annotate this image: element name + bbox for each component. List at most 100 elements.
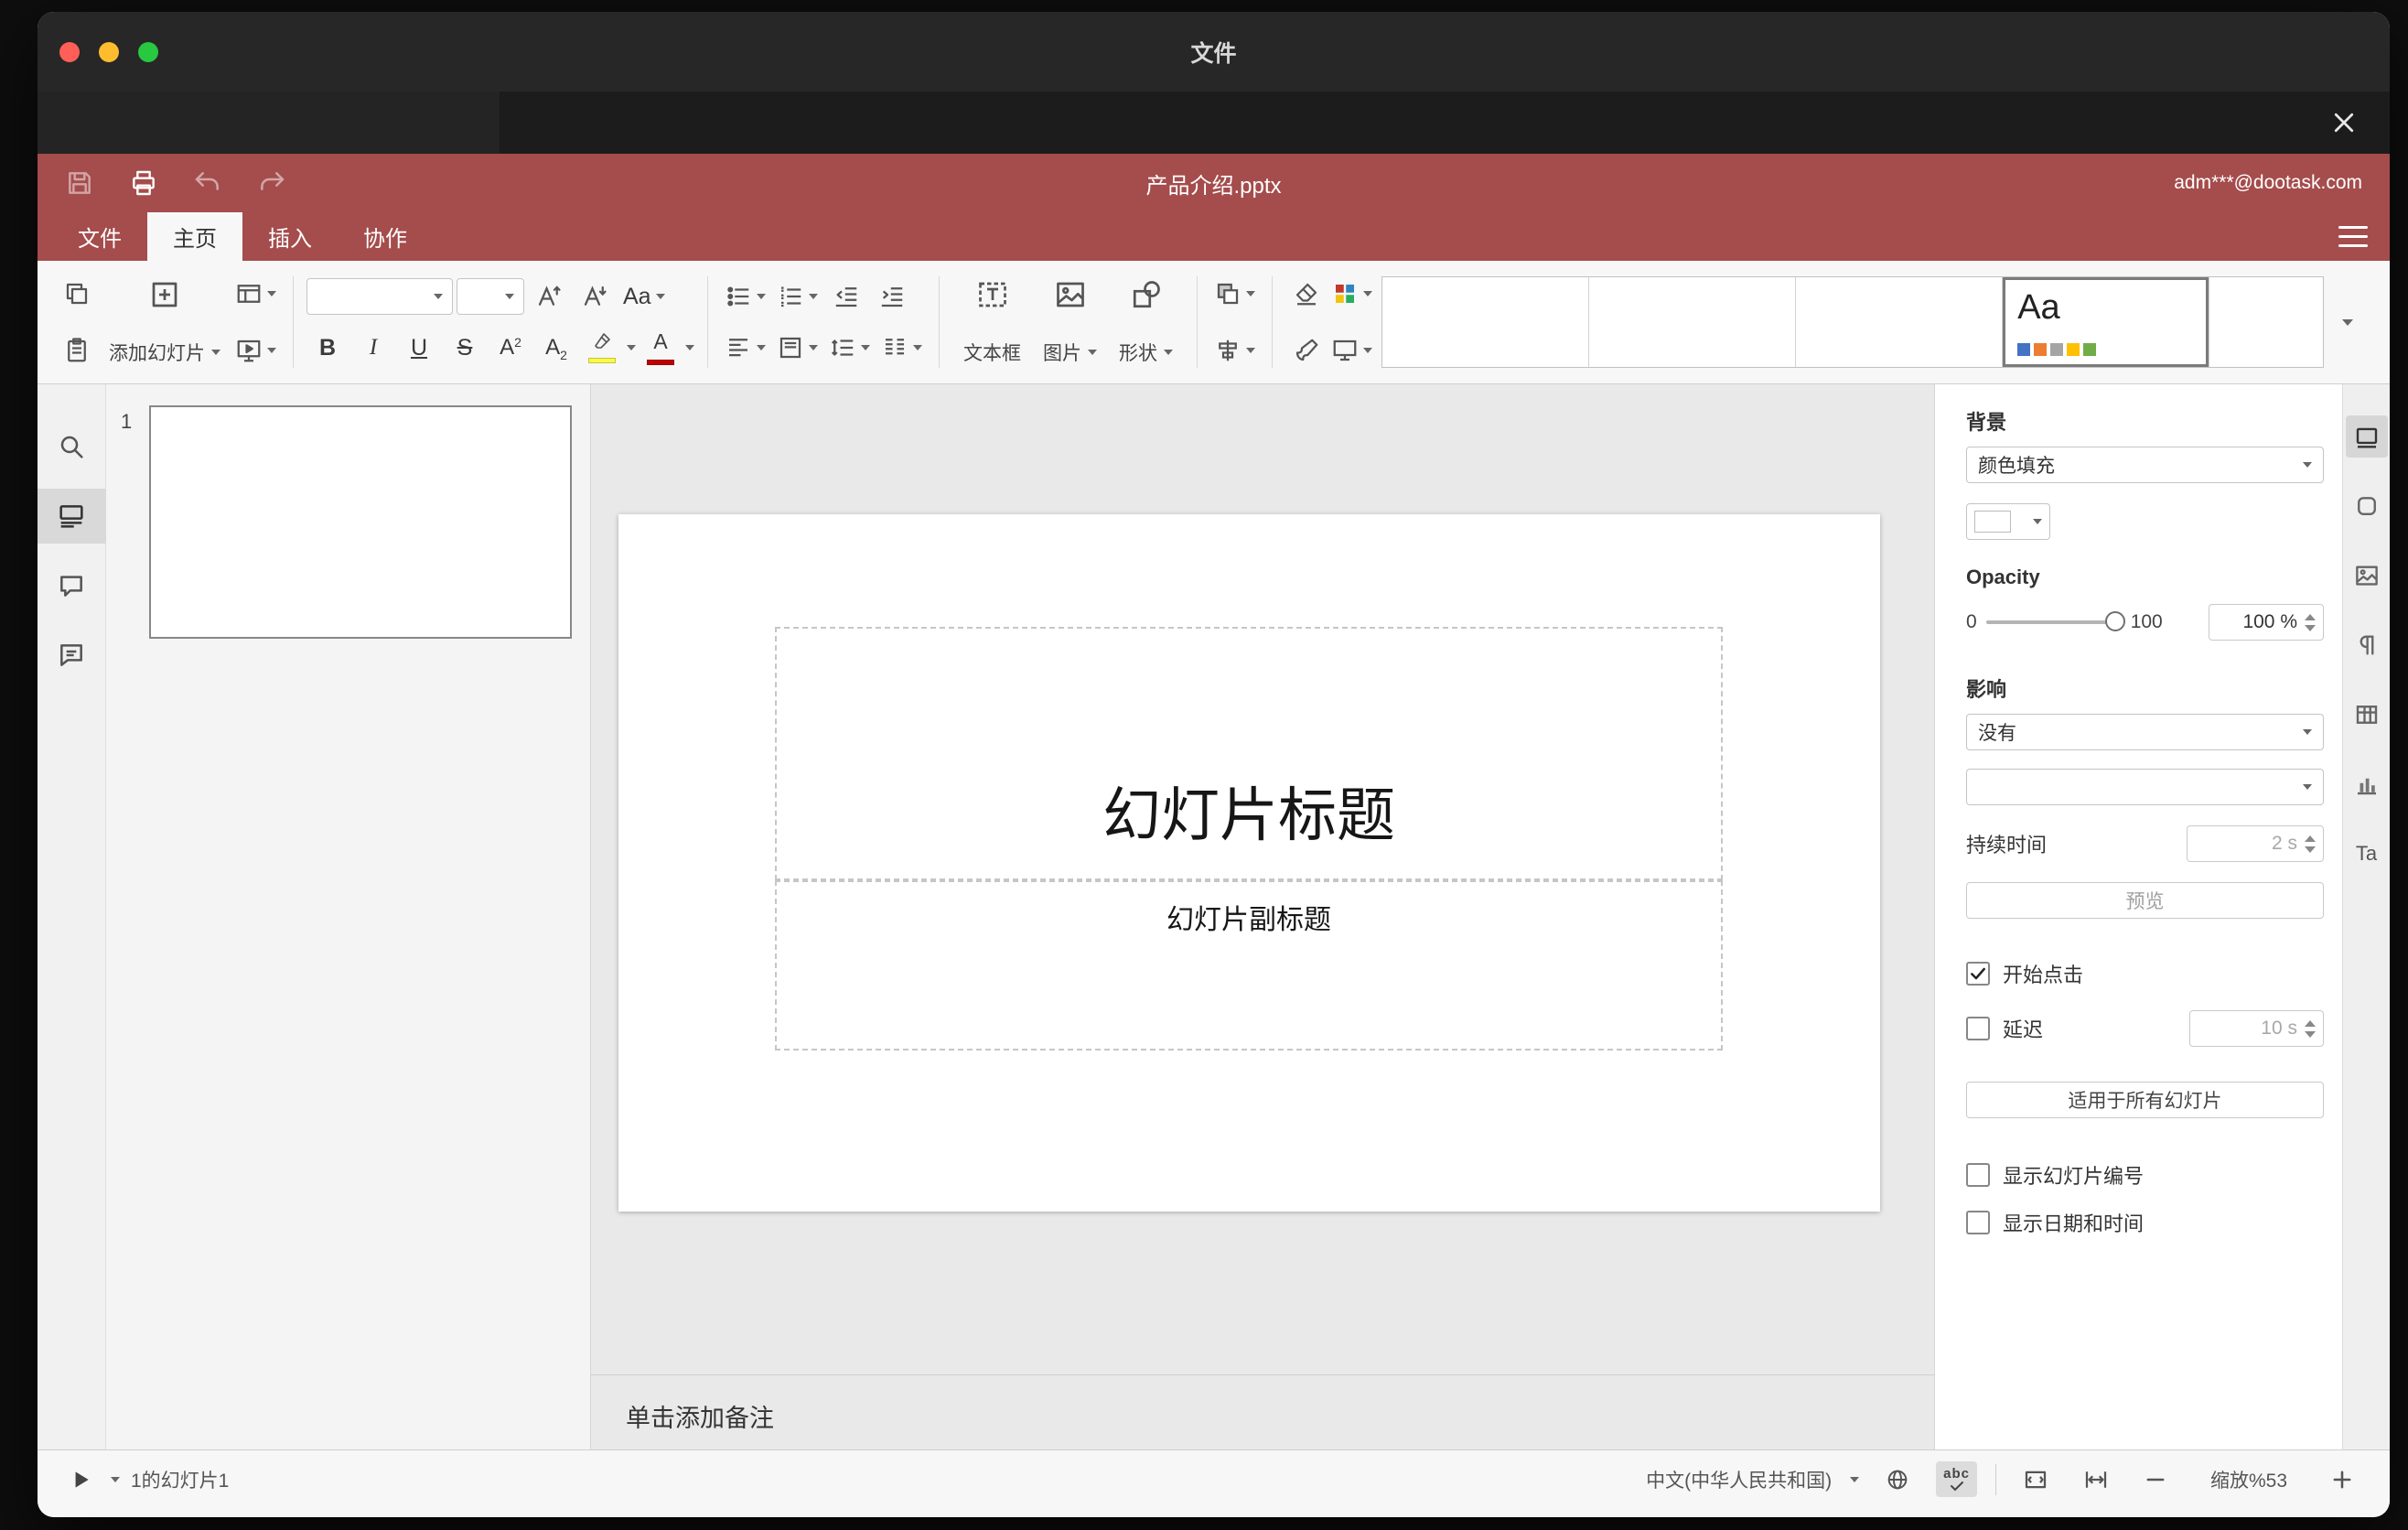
start-preview-icon[interactable]	[61, 1462, 100, 1497]
line-spacing-button[interactable]	[825, 327, 874, 369]
menu-icon[interactable]	[2331, 221, 2375, 253]
increase-indent-button[interactable]	[871, 275, 913, 318]
chevron-down-icon[interactable]	[1850, 1476, 1860, 1482]
spinner-arrows[interactable]	[2305, 1019, 2316, 1038]
chevron-down-icon[interactable]	[685, 345, 694, 350]
start-on-click-checkbox[interactable]: 开始点击	[1966, 959, 2324, 988]
theme-thumbnail-1[interactable]	[1382, 277, 1590, 367]
theme-thumbnail-3[interactable]	[1796, 277, 2004, 367]
copy-icon[interactable]	[56, 273, 98, 315]
slides-panel-icon[interactable]	[38, 489, 106, 544]
background-fill-select[interactable]: 颜色填充	[1966, 447, 2324, 483]
bullet-list-button[interactable]	[721, 275, 769, 318]
increase-font-size-button[interactable]	[528, 275, 570, 318]
fit-to-width-icon[interactable]	[2075, 1460, 2117, 1499]
table-settings-icon[interactable]	[2346, 694, 2388, 736]
theme-thumbnail-2[interactable]	[1589, 277, 1797, 367]
search-icon[interactable]	[38, 412, 106, 481]
vertical-align-button[interactable]	[773, 327, 822, 369]
slide-thumbnail-selected[interactable]	[149, 405, 572, 639]
shape-settings-icon[interactable]	[2346, 485, 2388, 527]
slide-page[interactable]: 幻灯片标题 幻灯片副标题	[618, 514, 1880, 1212]
spinner-arrows[interactable]	[2305, 835, 2316, 853]
color-scheme-button[interactable]	[1328, 273, 1376, 315]
opacity-slider[interactable]	[1985, 611, 2125, 631]
horizontal-align-button[interactable]	[721, 327, 769, 369]
highlight-color-button[interactable]	[581, 327, 623, 369]
align-shapes-button[interactable]	[1210, 329, 1259, 372]
add-slide-button[interactable]: 添加幻灯片	[98, 273, 231, 372]
language-selector[interactable]: 中文(中华人民共和国)	[1646, 1466, 1832, 1493]
effect-select[interactable]: 没有	[1966, 714, 2324, 750]
bold-button[interactable]: B	[306, 327, 349, 369]
clear-style-icon[interactable]	[1285, 273, 1328, 315]
tab-file[interactable]: 文件	[52, 212, 147, 261]
chart-settings-icon[interactable]	[2346, 763, 2388, 805]
chevron-down-icon[interactable]	[111, 1476, 120, 1482]
fit-to-slide-icon[interactable]	[2015, 1460, 2057, 1499]
theme-gallery-expand-button[interactable]	[2324, 276, 2371, 368]
theme-thumbnail-4-selected[interactable]: Aa	[2003, 277, 2210, 367]
fill-color-picker[interactable]	[1966, 503, 2050, 540]
spinner-arrows[interactable]	[2305, 613, 2316, 631]
undo-icon[interactable]	[193, 168, 222, 198]
effect-type-select[interactable]	[1966, 769, 2324, 805]
slide-settings-icon[interactable]	[2345, 415, 2388, 458]
tab-insert[interactable]: 插入	[242, 212, 338, 261]
chevron-down-icon[interactable]	[627, 345, 636, 350]
theme-thumbnail-5[interactable]	[2209, 277, 2324, 367]
close-icon[interactable]	[2326, 104, 2362, 141]
notes-placeholder[interactable]: 单击添加备注	[626, 1398, 774, 1434]
slider-knob[interactable]	[2104, 611, 2125, 631]
chat-feedback-icon[interactable]	[38, 620, 106, 690]
font-color-button[interactable]: A	[640, 327, 682, 369]
paragraph-settings-icon[interactable]	[2346, 624, 2388, 666]
decrease-indent-button[interactable]	[825, 275, 867, 318]
spell-check-icon[interactable]: abc	[1936, 1461, 1977, 1497]
font-size-combo[interactable]	[457, 278, 524, 315]
columns-button[interactable]	[877, 327, 926, 369]
notes-divider[interactable]	[591, 1374, 1934, 1375]
delay-spinner[interactable]: 10 s	[2189, 1010, 2324, 1047]
superscript-button[interactable]: A2	[489, 327, 532, 369]
underline-button[interactable]: U	[398, 327, 440, 369]
show-slide-number-checkbox[interactable]: 显示幻灯片编号	[1966, 1160, 2324, 1190]
zoom-out-icon[interactable]	[2135, 1461, 2176, 1498]
zoom-level[interactable]: 缩放%53	[2194, 1466, 2304, 1493]
show-date-time-checkbox[interactable]: 显示日期和时间	[1966, 1208, 2324, 1237]
delay-checkbox[interactable]: 延迟	[1966, 1014, 2043, 1043]
insert-text-box-button[interactable]: 文本框	[952, 273, 1032, 372]
theme-color-dots	[2017, 343, 2097, 356]
zoom-in-icon[interactable]	[2322, 1461, 2362, 1498]
copy-style-icon[interactable]	[1285, 329, 1328, 372]
paste-icon[interactable]	[56, 329, 98, 372]
subscript-button[interactable]: A2	[535, 327, 577, 369]
insert-image-button[interactable]: 图片	[1032, 273, 1108, 372]
apply-to-all-slides-button[interactable]: 适用于所有幻灯片	[1966, 1082, 2324, 1118]
duration-spinner[interactable]: 2 s	[2187, 825, 2324, 862]
opacity-value-spinner[interactable]: 100 %	[2209, 604, 2324, 641]
arrange-shapes-button[interactable]	[1210, 273, 1259, 315]
insert-shape-button[interactable]: 形状	[1108, 273, 1184, 372]
comments-icon[interactable]	[38, 551, 106, 620]
slide-size-button[interactable]	[1328, 329, 1376, 372]
italic-button[interactable]: I	[352, 327, 394, 369]
subtitle-placeholder[interactable]: 幻灯片副标题	[775, 880, 1723, 1051]
numbered-list-button[interactable]	[773, 275, 822, 318]
strikethrough-button[interactable]: S	[444, 327, 486, 369]
text-art-settings-icon[interactable]: Ta	[2346, 833, 2388, 875]
tab-collaboration[interactable]: 协作	[338, 212, 433, 261]
image-settings-icon[interactable]	[2346, 555, 2388, 597]
print-icon[interactable]	[129, 168, 158, 198]
title-placeholder[interactable]: 幻灯片标题	[775, 627, 1723, 880]
change-case-button[interactable]: Aa	[619, 275, 669, 318]
redo-icon[interactable]	[257, 168, 286, 198]
tab-home[interactable]: 主页	[147, 212, 242, 261]
preview-button[interactable]: 预览	[1966, 882, 2324, 919]
start-slideshow-button[interactable]	[231, 329, 280, 372]
document-language-icon[interactable]	[1877, 1461, 1918, 1498]
decrease-font-size-button[interactable]	[574, 275, 616, 318]
slide-layout-button[interactable]	[231, 273, 280, 315]
save-icon[interactable]	[65, 168, 94, 198]
font-name-combo[interactable]	[306, 278, 453, 315]
